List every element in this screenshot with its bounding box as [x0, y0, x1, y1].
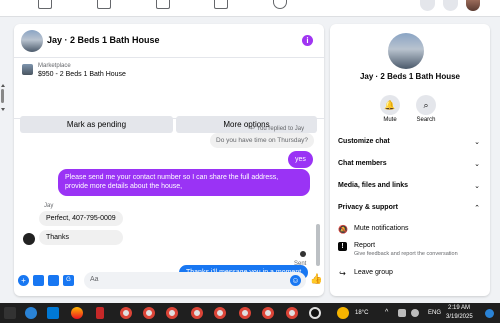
thread-scrollbar[interactable] — [316, 224, 320, 266]
info-icon[interactable]: i — [302, 35, 313, 46]
store-icon[interactable] — [47, 307, 59, 319]
chat-title[interactable]: Jay · 2 Beds 1 Bath House — [47, 35, 160, 45]
chat-header: Jay · 2 Beds 1 Bath House i — [14, 24, 324, 58]
section-label: Chat members — [338, 160, 387, 167]
conversation-title: Jay · 2 Beds 1 Bath House — [359, 72, 461, 81]
chevron-down-icon: ⌄ — [474, 139, 480, 146]
gaming-icon[interactable] — [273, 0, 287, 9]
chrome-icon[interactable] — [191, 307, 203, 319]
clock-date[interactable]: 3/19/2025 — [446, 314, 473, 320]
conversation-avatar[interactable] — [388, 33, 424, 69]
listing-thumbnail[interactable] — [22, 64, 33, 75]
menu-grid-icon[interactable] — [420, 0, 435, 11]
replied-indicator: ↩ You replied to Jay — [250, 126, 305, 132]
chevron-down-icon: ⌄ — [474, 183, 480, 190]
chevron-up-icon: ⌃ — [474, 205, 480, 212]
marketplace-label: Marketplace — [38, 63, 71, 69]
quoted-message[interactable]: Do you have time on Thursday? — [210, 133, 315, 148]
bell-off-icon: 🔕 — [338, 225, 348, 234]
chrome-icon[interactable] — [166, 307, 178, 319]
scroll-up-icon[interactable] — [1, 84, 5, 87]
search-icon[interactable]: ⌕ — [416, 95, 436, 115]
chrome-icon[interactable] — [286, 307, 298, 319]
chrome-icon[interactable] — [214, 307, 226, 319]
chat-panel: Jay · 2 Beds 1 Bath House i Marketplace … — [14, 24, 324, 296]
home-icon[interactable] — [38, 0, 52, 9]
page-scrollbar[interactable] — [0, 84, 6, 124]
seen-avatar — [300, 251, 306, 257]
message-bubble-yes[interactable]: yes — [288, 151, 313, 169]
conversation-info-panel: Jay · 2 Beds 1 Bath House 🔔 Mute ⌕ Searc… — [330, 24, 490, 296]
battery-icon[interactable] — [411, 309, 419, 317]
section-label: Privacy & support — [338, 204, 398, 211]
section-label: Customize chat — [338, 138, 390, 145]
section-customize-chat[interactable]: Customize chat ⌄ — [338, 138, 484, 152]
message-bubble-request[interactable]: Please send me your contact number so I … — [58, 169, 310, 196]
weather-icon[interactable] — [337, 307, 349, 319]
profile-avatar[interactable] — [466, 0, 480, 11]
marketplace-listing: Marketplace $950 - 2 Beds 1 Bath House M… — [14, 59, 324, 133]
top-navigation-bar — [0, 0, 500, 17]
gif-icon[interactable]: G — [63, 275, 74, 286]
sender-avatar[interactable] — [23, 233, 35, 245]
chrome-icon[interactable] — [143, 307, 155, 319]
chevron-up-icon[interactable]: ^ — [385, 309, 388, 316]
sticker-icon[interactable] — [48, 275, 59, 286]
chrome-icon[interactable] — [262, 307, 274, 319]
app-icon[interactable] — [71, 307, 83, 319]
add-icon[interactable]: + — [18, 275, 29, 286]
mute-bell-icon[interactable]: 🔔 — [380, 95, 400, 115]
listing-title[interactable]: $950 - 2 Beds 1 Bath House — [38, 71, 126, 78]
option-label: Report — [354, 242, 376, 249]
edge-icon[interactable] — [25, 307, 37, 319]
chrome-icon[interactable] — [239, 307, 251, 319]
friends-icon[interactable] — [97, 0, 111, 9]
section-label: Media, files and links — [338, 182, 409, 189]
section-media-files-links[interactable]: Media, files and links ⌄ — [338, 182, 484, 196]
like-icon[interactable]: 👍 — [310, 274, 322, 286]
mute-label[interactable]: Mute — [370, 117, 410, 123]
leave-icon: ↪ — [339, 269, 346, 278]
photo-icon[interactable] — [33, 275, 44, 286]
clock-time[interactable]: 2:19 AM — [448, 305, 470, 311]
notification-icon[interactable] — [485, 309, 494, 318]
windows-start-icon[interactable] — [4, 307, 16, 319]
search-label[interactable]: Search — [406, 117, 446, 123]
scroll-thumb[interactable] — [1, 89, 4, 103]
replied-label: You replied to Jay — [256, 126, 305, 132]
option-label: Leave group — [354, 269, 393, 276]
section-privacy-support[interactable]: Privacy & support ⌃ — [338, 204, 484, 218]
app-icon[interactable] — [309, 307, 321, 319]
message-composer: + G Aa ☺ 👍 — [14, 267, 324, 296]
scroll-down-icon[interactable] — [1, 108, 5, 111]
watch-icon[interactable] — [156, 0, 170, 9]
message-bubble-reply-number[interactable]: Perfect, 407-795-0009 — [39, 211, 123, 226]
notifications-icon[interactable] — [443, 0, 458, 11]
chevron-down-icon: ⌄ — [474, 161, 480, 168]
chrome-icon[interactable] — [120, 307, 132, 319]
emoji-icon[interactable]: ☺ — [290, 275, 301, 286]
option-label: Mute notifications — [354, 225, 409, 232]
network-icon[interactable] — [398, 309, 406, 317]
option-sublabel: Give feedback and report the conversatio… — [354, 251, 458, 257]
message-placeholder: Aa — [90, 276, 99, 283]
language-indicator[interactable]: ENG — [428, 310, 441, 316]
message-bubble-thanks[interactable]: Thanks — [39, 230, 123, 245]
report-icon: ! — [338, 242, 347, 251]
marketplace-icon[interactable] — [214, 0, 228, 9]
section-chat-members[interactable]: Chat members ⌄ — [338, 160, 484, 174]
message-input[interactable]: Aa ☺ — [84, 272, 306, 289]
chat-avatar[interactable] — [21, 30, 43, 52]
temperature[interactable]: 18°C — [355, 310, 368, 316]
windows-taskbar: 18°C ^ ENG 2:19 AM 3/19/2025 — [0, 303, 500, 323]
message-thread[interactable]: ↩ You replied to Jay Do you have time on… — [14, 119, 324, 280]
app-icon-active[interactable] — [96, 307, 104, 319]
sender-name: Jay — [44, 203, 54, 209]
